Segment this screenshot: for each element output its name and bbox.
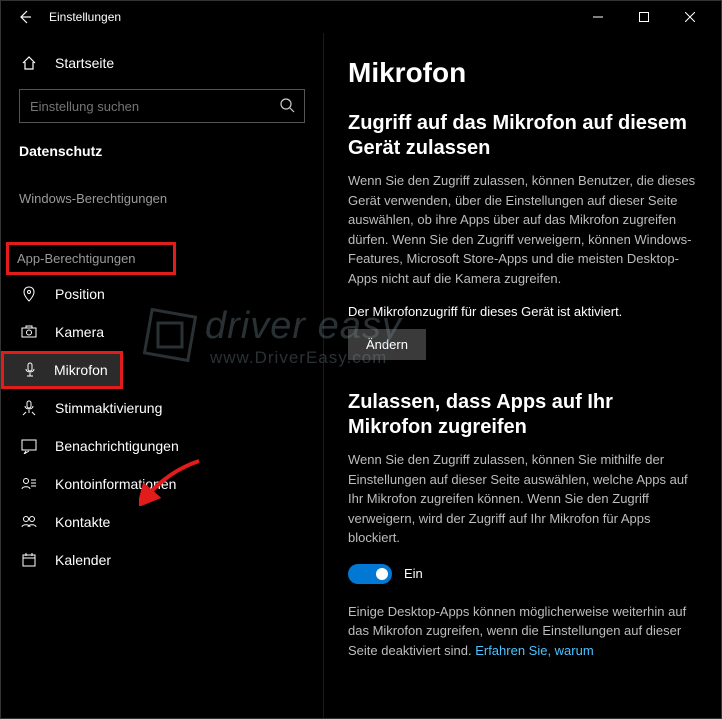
section2-heading: Zulassen, dass Apps auf Ihr Mikrofon zug… bbox=[348, 390, 701, 440]
nav-microphone[interactable]: Mikrofon bbox=[1, 351, 123, 389]
nav-voice-activation[interactable]: Stimmaktivierung bbox=[1, 389, 323, 427]
nav-label: Kontakte bbox=[55, 514, 110, 530]
location-icon bbox=[19, 286, 39, 302]
section1-heading: Zugriff auf das Mikrofon auf diesem Gerä… bbox=[348, 111, 701, 161]
nav-contacts[interactable]: Kontakte bbox=[1, 503, 323, 541]
nav-label: Stimmaktivierung bbox=[55, 400, 162, 416]
group-app-permissions: App-Berechtigungen bbox=[6, 242, 176, 275]
change-button[interactable]: Ändern bbox=[348, 329, 426, 360]
sidebar: Startseite Datenschutz Windows-Berechtig… bbox=[1, 33, 323, 718]
category-heading: Datenschutz bbox=[1, 123, 323, 169]
maximize-button[interactable] bbox=[621, 1, 667, 33]
nav-notifications[interactable]: Benachrichtigungen bbox=[1, 427, 323, 465]
home-label: Startseite bbox=[55, 55, 114, 71]
nav-account-info[interactable]: Kontoinformationen bbox=[1, 465, 323, 503]
nav-label: Position bbox=[55, 286, 105, 302]
nav-camera[interactable]: Kamera bbox=[1, 313, 323, 351]
learn-more-link[interactable]: Erfahren Sie, warum bbox=[475, 643, 594, 658]
group-windows-permissions: Windows-Berechtigungen bbox=[1, 169, 323, 218]
toggle-label: Ein bbox=[404, 566, 423, 581]
window-title: Einstellungen bbox=[49, 10, 121, 24]
home-link[interactable]: Startseite bbox=[1, 45, 323, 81]
back-button[interactable] bbox=[9, 1, 41, 33]
nav-calendar[interactable]: Kalender bbox=[1, 541, 323, 579]
nav-position[interactable]: Position bbox=[1, 275, 323, 313]
voice-icon bbox=[19, 400, 39, 416]
close-button[interactable] bbox=[667, 1, 713, 33]
calendar-icon bbox=[19, 552, 39, 568]
section1-text: Wenn Sie den Zugriff zulassen, können Be… bbox=[348, 171, 701, 288]
camera-icon bbox=[19, 324, 39, 340]
search-input[interactable] bbox=[19, 89, 305, 123]
apps-access-toggle[interactable] bbox=[348, 564, 392, 584]
nav-label: Benachrichtigungen bbox=[55, 438, 179, 454]
access-status: Der Mikrofonzugriff für dieses Gerät ist… bbox=[348, 304, 701, 319]
account-icon bbox=[19, 476, 39, 492]
nav-label: Mikrofon bbox=[54, 362, 108, 378]
nav-label: Kalender bbox=[55, 552, 111, 568]
main-content: Mikrofon Zugriff auf das Mikrofon auf di… bbox=[323, 33, 721, 718]
section2-text: Wenn Sie den Zugriff zulassen, können Si… bbox=[348, 450, 701, 548]
nav-label: Kontoinformationen bbox=[55, 476, 176, 492]
microphone-icon bbox=[22, 362, 38, 378]
minimize-button[interactable] bbox=[575, 1, 621, 33]
page-title: Mikrofon bbox=[348, 57, 701, 89]
home-icon bbox=[19, 55, 39, 71]
search-icon bbox=[279, 97, 295, 113]
notification-icon bbox=[19, 438, 39, 454]
section3-text: Einige Desktop-Apps können möglicherweis… bbox=[348, 602, 701, 661]
nav-label: Kamera bbox=[55, 324, 104, 340]
contacts-icon bbox=[19, 514, 39, 530]
